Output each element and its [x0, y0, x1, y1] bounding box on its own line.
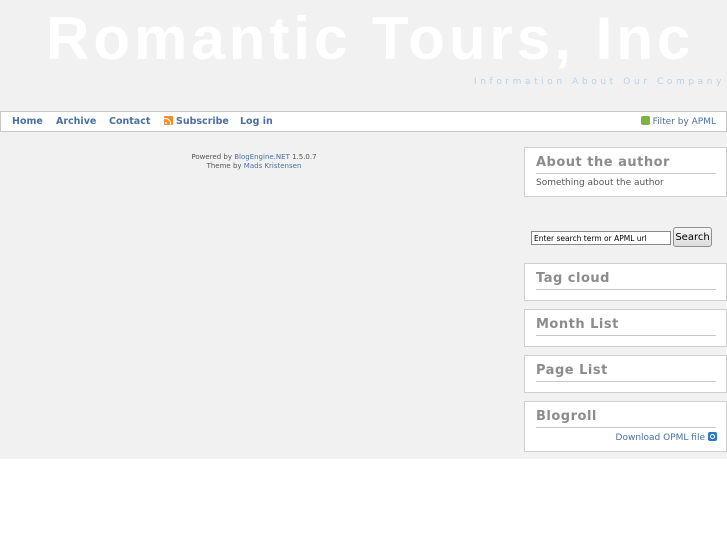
search-button[interactable]: Search	[673, 227, 712, 247]
widget-divider	[536, 427, 716, 428]
page-list-title: Page List	[536, 363, 608, 378]
blogroll-widget: Blogroll Download OPML file	[524, 401, 727, 452]
page-list-widget: Page List	[524, 355, 727, 393]
search-input[interactable]	[531, 231, 671, 245]
blogroll-title: Blogroll	[536, 409, 597, 424]
theme-by-line: Theme by Mads Kristensen	[168, 162, 340, 171]
site-title[interactable]: Romantic Tours, Inc	[46, 4, 694, 74]
version-text: 1.5.0.7	[292, 153, 317, 161]
powered-by-prefix: Powered by	[191, 153, 232, 161]
apml-icon	[640, 116, 650, 125]
theme-author-link[interactable]: Mads Kristensen	[244, 162, 302, 170]
nav-contact-link[interactable]: Contact	[109, 116, 150, 127]
tag-cloud-title: Tag cloud	[536, 271, 610, 286]
about-author-title: About the author	[536, 155, 670, 170]
main-nav: Home Archive Contact Subscribe Log in Fi…	[0, 111, 727, 132]
about-author-text: Something about the author	[536, 178, 664, 188]
nav-subscribe-link[interactable]: Subscribe	[164, 116, 229, 127]
site-tagline: Information About Our Company	[474, 77, 725, 87]
widget-divider	[536, 335, 716, 336]
widget-divider	[536, 173, 716, 174]
tag-cloud-widget: Tag cloud	[524, 263, 727, 301]
filter-apml-link[interactable]: Filter by APML	[640, 116, 716, 127]
nav-archive-link[interactable]: Archive	[56, 116, 96, 127]
nav-home-link[interactable]: Home	[12, 116, 43, 127]
month-list-widget: Month List	[524, 309, 727, 347]
theme-by-prefix: Theme by	[206, 162, 242, 170]
download-opml-label: Download OPML file	[615, 433, 705, 443]
blogengine-link[interactable]: BlogEngine.NET	[234, 153, 290, 161]
download-opml-link[interactable]: Download OPML file	[616, 432, 717, 443]
filter-apml-label: Filter by APML	[652, 117, 716, 127]
rss-icon	[164, 116, 173, 125]
opml-icon	[708, 432, 717, 441]
nav-subscribe-label: Subscribe	[176, 116, 229, 127]
page-footer: Powered by BlogEngine.NET 1.5.0.7 Theme …	[168, 153, 340, 171]
widget-divider	[536, 381, 716, 382]
nav-login-link[interactable]: Log in	[240, 116, 273, 127]
powered-by-line: Powered by BlogEngine.NET 1.5.0.7	[168, 153, 340, 162]
month-list-title: Month List	[536, 317, 619, 332]
about-author-widget: About the author Something about the aut…	[524, 147, 727, 197]
widget-divider	[536, 289, 716, 290]
